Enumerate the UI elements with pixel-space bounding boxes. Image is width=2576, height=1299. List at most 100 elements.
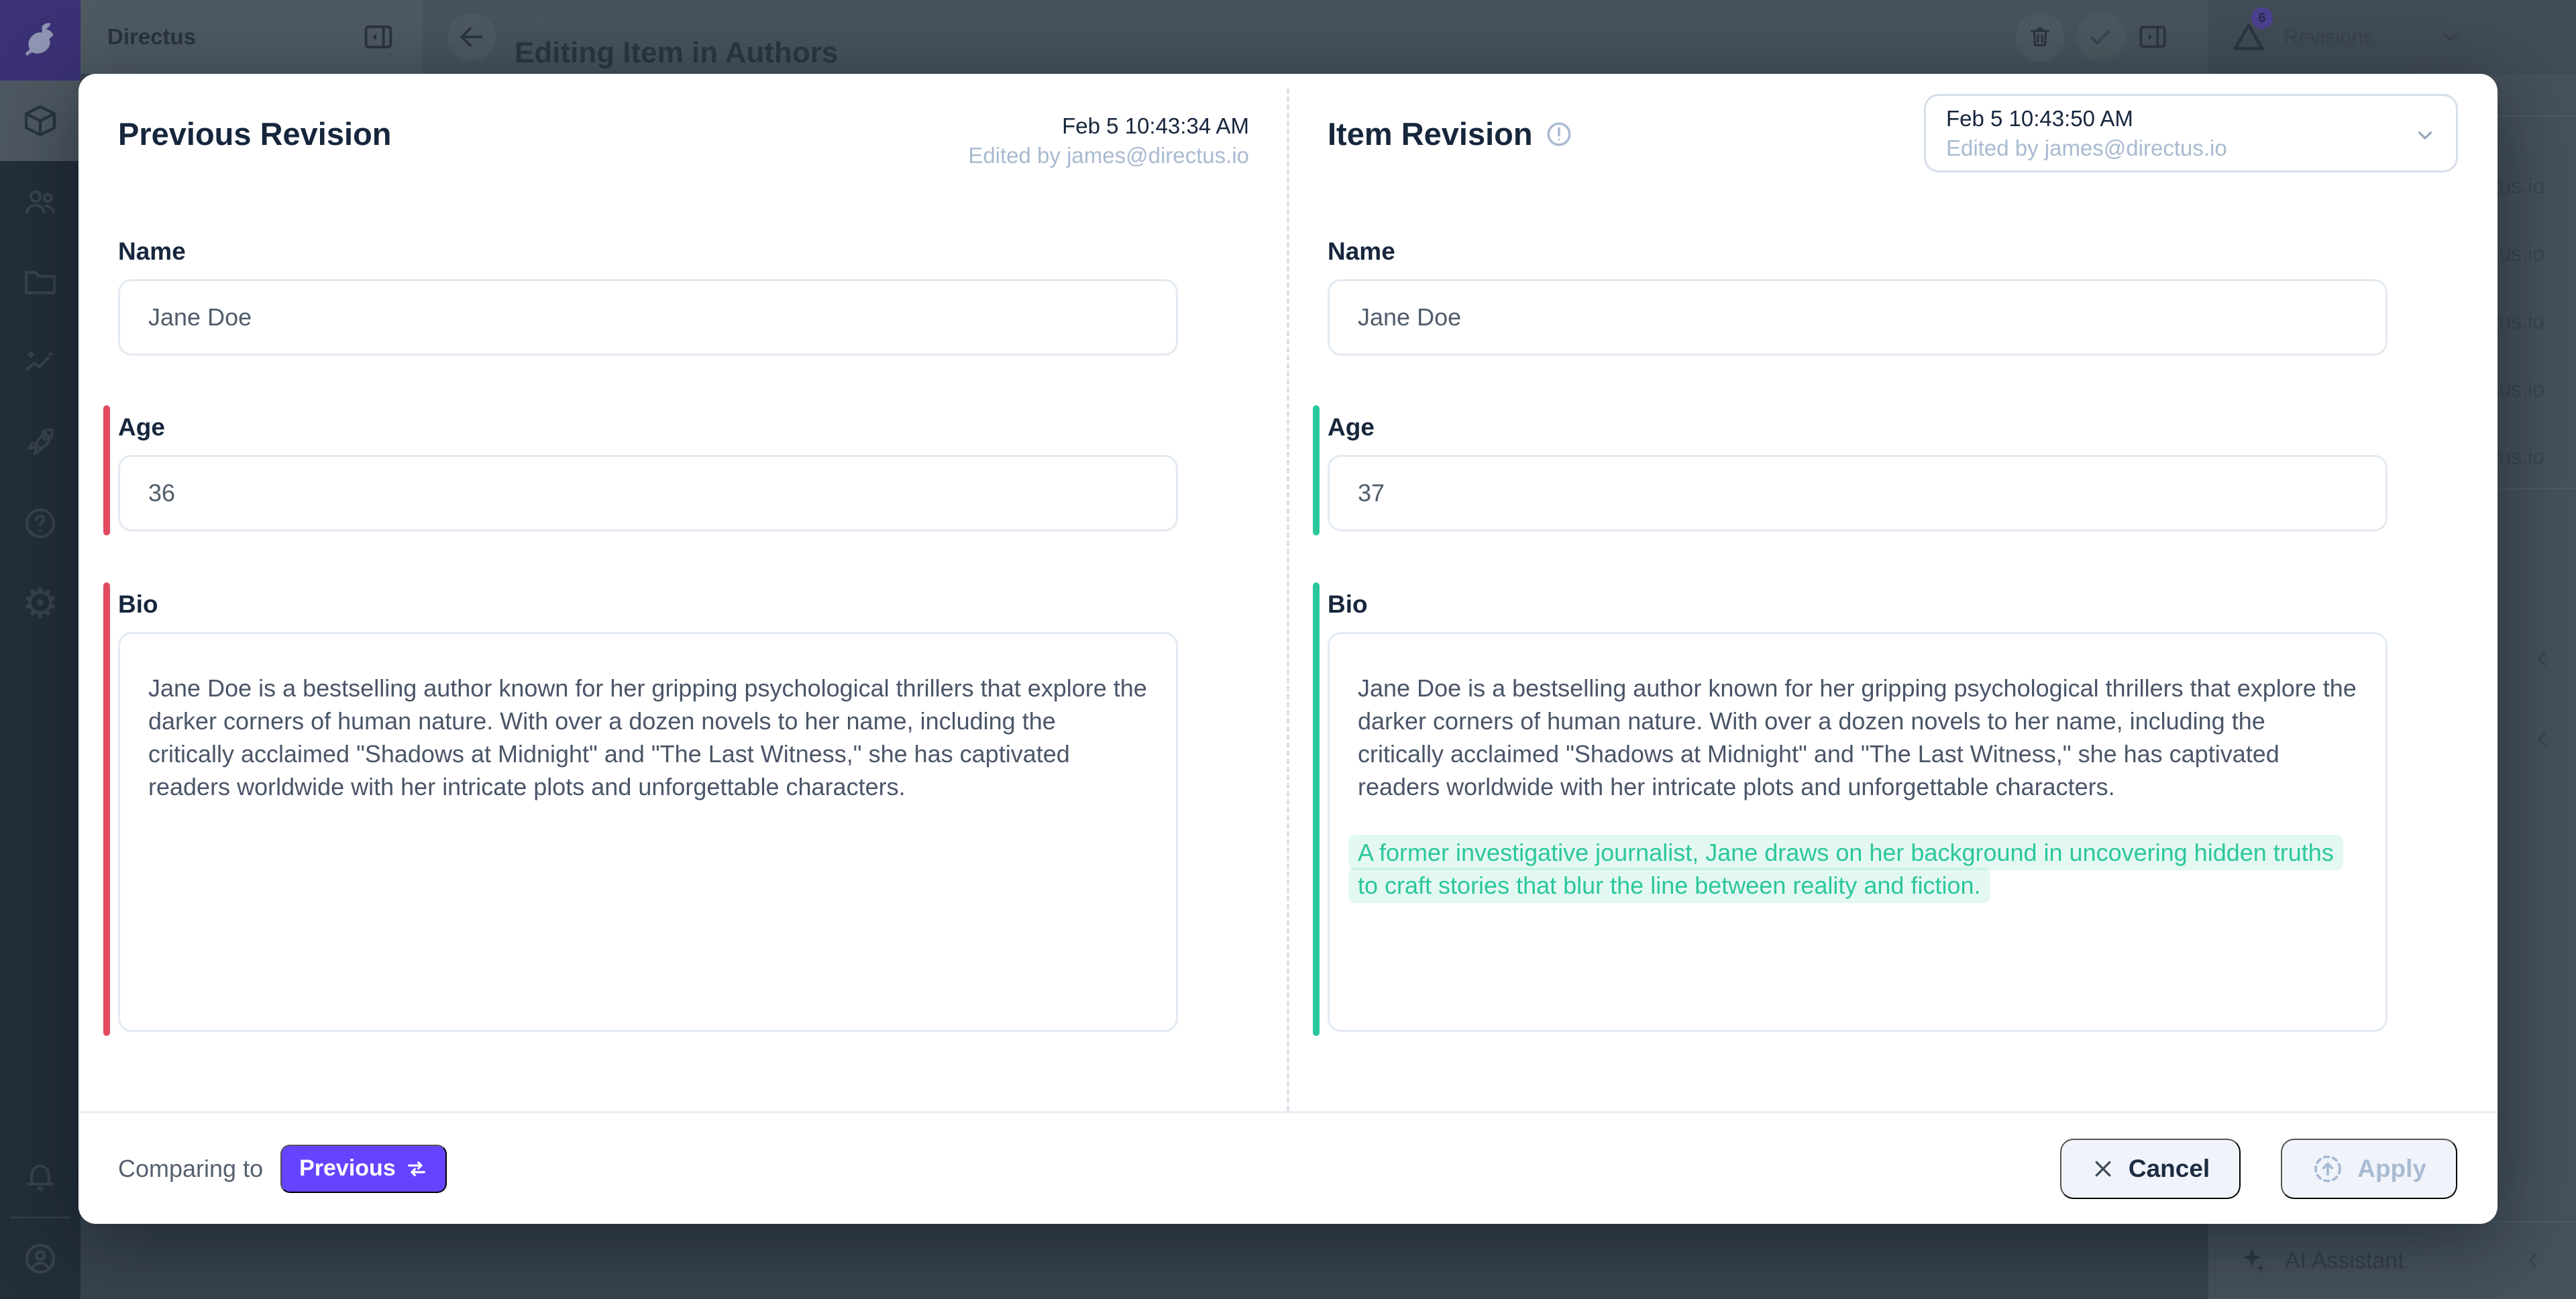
close-icon [2091, 1157, 2115, 1181]
revision-row[interactable]: tus.io [2493, 309, 2544, 334]
chevron-left-icon[interactable] [2520, 1247, 2546, 1274]
project-name: Directus [107, 24, 196, 50]
chevron-left-icon[interactable] [2529, 645, 2556, 672]
module-bar-bottom [0, 1136, 80, 1299]
open-sidebar-panel-icon[interactable] [2136, 20, 2169, 54]
apply-upload-icon [2312, 1153, 2344, 1185]
revision-panels: Previous Revision Feb 5 10:43:34 AM Edit… [78, 74, 2498, 1111]
version-sync-icon [610, 9, 633, 32]
footer-buttons: Cancel Apply [2060, 1139, 2457, 1199]
previous-revision-panel: Previous Revision Feb 5 10:43:34 AM Edit… [78, 74, 1288, 1111]
comparing-to-label: Comparing to [118, 1155, 263, 1183]
sparkle-icon [2238, 1245, 2269, 1276]
help-icon [21, 505, 59, 542]
cancel-button[interactable]: Cancel [2060, 1139, 2241, 1199]
compare-target-button[interactable]: Previous [280, 1145, 447, 1193]
age-input[interactable] [118, 455, 1178, 531]
check-icon [2086, 22, 2115, 52]
breadcrumb-collection[interactable]: Authors [515, 9, 586, 33]
revisions-count-badge: 6 [2251, 7, 2273, 29]
item-revision-panel: Item Revision Feb 5 10:43:50 AM Edited b… [1288, 74, 2498, 1111]
previous-revision-edited-by: Edited by james@directus.io [968, 141, 1249, 170]
bio-added-text: A former investigative journalist, Jane … [1348, 835, 2343, 903]
sidebar-item-users[interactable] [0, 161, 80, 242]
field-name-current: Name [1328, 238, 2387, 356]
field-bio-previous: Bio Jane Doe is a bestselling author kno… [118, 590, 1178, 1032]
revision-selector[interactable]: Feb 5 10:43:50 AM Edited by james@direct… [1924, 94, 2458, 172]
info-icon[interactable] [1545, 120, 1573, 148]
breadcrumb[interactable]: Authors • Main [515, 8, 838, 34]
field-age-previous: Age [118, 413, 1178, 531]
notifications-button[interactable] [0, 1136, 80, 1216]
field-label: Name [1328, 238, 2387, 266]
drawer-title: Revisions [2284, 25, 2373, 49]
project-title-bar: Directus [80, 0, 423, 74]
ai-assistant-label: AI Assistant [2285, 1248, 2404, 1274]
dialog-footer: Comparing to Previous Cancel [78, 1111, 2498, 1224]
chevron-down-icon [2412, 121, 2438, 148]
compare-target-label: Previous [299, 1155, 396, 1182]
bio-text: Jane Doe is a bestselling author known f… [1358, 672, 2357, 803]
directus-logo[interactable] [0, 0, 80, 81]
arrow-left-icon [457, 22, 486, 52]
save-item-button[interactable] [2076, 12, 2125, 62]
delete-item-button[interactable] [2015, 12, 2065, 62]
sidebar-item-insights[interactable] [0, 322, 80, 403]
sidebar-item-launch[interactable] [0, 403, 80, 483]
revision-row[interactable]: tus.io [2493, 174, 2544, 199]
breadcrumb-bullet: • [594, 9, 602, 33]
bio-text: Jane Doe is a bestselling author known f… [148, 672, 1148, 803]
directus-app: ⚙ Directus [0, 0, 2576, 1299]
person-circle-icon [21, 1240, 59, 1278]
insights-icon [21, 344, 59, 381]
selected-revision-timestamp: Feb 5 10:43:50 AM [1946, 104, 2436, 134]
apply-button[interactable]: Apply [2281, 1139, 2457, 1199]
ai-assistant-row[interactable]: AI Assistant [2208, 1221, 2576, 1299]
revisions-icon-wrap: 6 [2229, 17, 2269, 57]
sidebar-item-content[interactable] [0, 81, 80, 161]
back-button[interactable] [447, 13, 496, 61]
previous-revision-meta: Feb 5 10:43:34 AM Edited by james@direct… [968, 111, 1249, 170]
revision-compare-dialog: Previous Revision Feb 5 10:43:34 AM Edit… [78, 74, 2498, 1224]
collapse-sidebar-icon[interactable] [361, 19, 396, 54]
age-input[interactable] [1328, 455, 2387, 531]
field-label: Bio [1328, 590, 2387, 619]
chevron-left-icon[interactable] [2529, 726, 2556, 753]
revision-row[interactable]: tus.io [2493, 377, 2544, 402]
revision-row[interactable]: tus.io [2493, 242, 2544, 266]
sidebar-item-files[interactable] [0, 242, 80, 322]
rabbit-logo-icon [19, 19, 62, 62]
header-actions [2015, 0, 2208, 74]
field-label: Bio [118, 590, 1178, 619]
field-name-previous: Name [118, 238, 1178, 356]
bio-textarea[interactable]: Jane Doe is a bestselling author known f… [1328, 632, 2387, 1032]
name-input[interactable] [118, 279, 1178, 356]
cancel-label: Cancel [2129, 1155, 2210, 1183]
box-icon [21, 102, 59, 140]
field-label: Age [118, 413, 1178, 441]
module-bar: ⚙ [0, 0, 80, 1299]
selected-revision-edited-by: Edited by james@directus.io [1946, 134, 2436, 163]
page-header: Authors • Main Editing Item in Authors [423, 0, 2208, 74]
folder-icon [21, 263, 59, 301]
trash-icon [2026, 23, 2054, 51]
field-bio-current: Bio Jane Doe is a bestselling author kno… [1328, 590, 2387, 1032]
bio-textarea[interactable]: Jane Doe is a bestselling author known f… [118, 632, 1178, 1032]
rocket-icon [21, 424, 59, 462]
revision-row[interactable]: tus.io [2493, 445, 2544, 470]
breadcrumb-version[interactable]: Main [641, 9, 686, 33]
name-input[interactable] [1328, 279, 2387, 356]
chevron-down-icon[interactable] [2436, 22, 2465, 52]
field-age-current: Age [1328, 413, 2387, 531]
sidebar-item-settings[interactable]: ⚙ [0, 564, 80, 644]
apply-label: Apply [2357, 1155, 2426, 1183]
sidebar-item-help[interactable] [0, 483, 80, 564]
previous-revision-title: Previous Revision [118, 115, 392, 152]
header-titles: Authors • Main Editing Item in Authors [515, 8, 838, 70]
revisions-drawer-header[interactable]: 6 Revisions [2208, 0, 2576, 74]
field-label: Name [118, 238, 1178, 266]
page-title: Editing Item in Authors [515, 36, 838, 70]
user-avatar[interactable] [0, 1218, 80, 1299]
bell-icon [21, 1157, 59, 1195]
previous-revision-header: Previous Revision Feb 5 10:43:34 AM Edit… [118, 106, 1249, 196]
